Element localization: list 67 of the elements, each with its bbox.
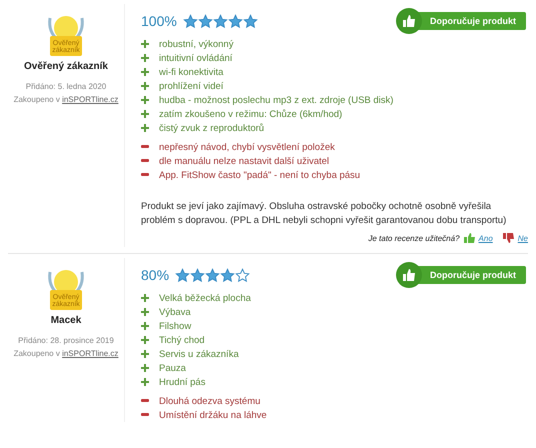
plus-icon [141,336,149,344]
plus-icon [141,96,149,104]
reviewer-name: Ověřený zákazník [24,61,108,72]
plus-icon [141,40,149,48]
filled-star-icon [182,14,198,28]
pro-item: Servis u zákazníka [159,348,239,360]
minus-icon [141,159,149,163]
minus-icon [141,413,149,417]
pro-item: Pauza [159,362,186,374]
pro-item: Hrudní pás [159,376,206,388]
yes-link[interactable]: Ano [478,234,493,242]
purchase-info: Zakoupeno v inSPORTline.cz [14,348,118,360]
rating-percent: 80% [141,267,170,283]
minus-icon [141,399,149,403]
pro-item: Filshow [159,320,192,332]
pro-item: zatím zkoušeno v režimu: Chůze (6km/hod) [159,108,342,120]
filled-star-icon [220,268,236,282]
plus-icon [141,54,149,62]
pro-item: hudba - možnost poslechu mp3 z ext. zdroje (USB disk) [159,94,394,106]
plus-icon [141,68,149,76]
plus-icon [141,378,149,386]
pro-item: čistý zvuk z reproduktorů [159,122,264,134]
minus-icon [141,173,149,177]
no-link[interactable]: Ne [518,234,528,242]
filled-star-icon [190,268,206,282]
plus-icon [141,82,149,90]
pro-item: Velká běžecká plocha [159,292,251,304]
pro-item: prohlížení videí [159,80,224,92]
plus-icon [141,110,149,118]
thumbs-down-icon [502,233,514,243]
plus-icon [141,350,149,358]
filled-star-icon [228,14,243,28]
pro-item: robustní, výkonný [159,38,234,50]
recommend-label: Doporučuje produkt [430,16,516,26]
filled-star-icon [198,14,213,28]
plus-icon [141,308,149,316]
con-item: dle manuálu nelze nastavit další uživatel [159,156,330,166]
recommend-label: Doporučuje produkt [430,270,516,280]
purchase-info: Zakoupeno v inSPORTline.cz [14,94,118,106]
pro-item: intuitivní ovládání [159,52,232,64]
shop-link[interactable]: inSPORTline.cz [62,349,118,358]
filled-star-icon [242,14,258,28]
review-text: Produkt se jeví jako zajímavý. Obsluha ostravské pobočky ochotně osobně vyřešila problém s dopravou. (PPL a DHL nebyli schopni vyřešit garantovanou dobu transportu) [141,200,508,228]
con-item: App. FitShow často "padá" - není to chyba pásu [159,170,360,180]
plus-icon [141,322,149,330]
con-item: nepřesný návod, chybí vysvětlení položek [159,142,335,152]
plus-icon [141,364,149,372]
minus-icon [141,145,149,149]
con-item: Umístění držáku na láhve [159,410,267,420]
shop-link[interactable]: inSPORTline.cz [62,95,118,104]
thumbs-up-icon [396,262,422,288]
filled-star-icon [212,14,228,28]
date-added: Přidáno: 28. prosince 2019 [17,335,115,347]
rating-percent: 100% [141,13,177,29]
filled-star-icon [205,268,220,282]
plus-icon [141,294,149,302]
helpful-question: Je tato recenze užitečná? [368,234,460,242]
reviewer-name: Macek [50,315,82,326]
filled-star-icon [175,268,190,282]
plus-icon [141,124,149,132]
pro-item: Výbava [159,306,191,318]
pro-item: Tichý chod [159,334,205,346]
pro-item: wi-fi konektivita [159,66,224,78]
date-added: Přidáno: 5. ledna 2020 [24,81,108,93]
con-item: Dlouhá odezva systému [159,396,260,406]
thumbs-up-icon [396,8,422,34]
thumbs-up-icon [464,233,475,243]
